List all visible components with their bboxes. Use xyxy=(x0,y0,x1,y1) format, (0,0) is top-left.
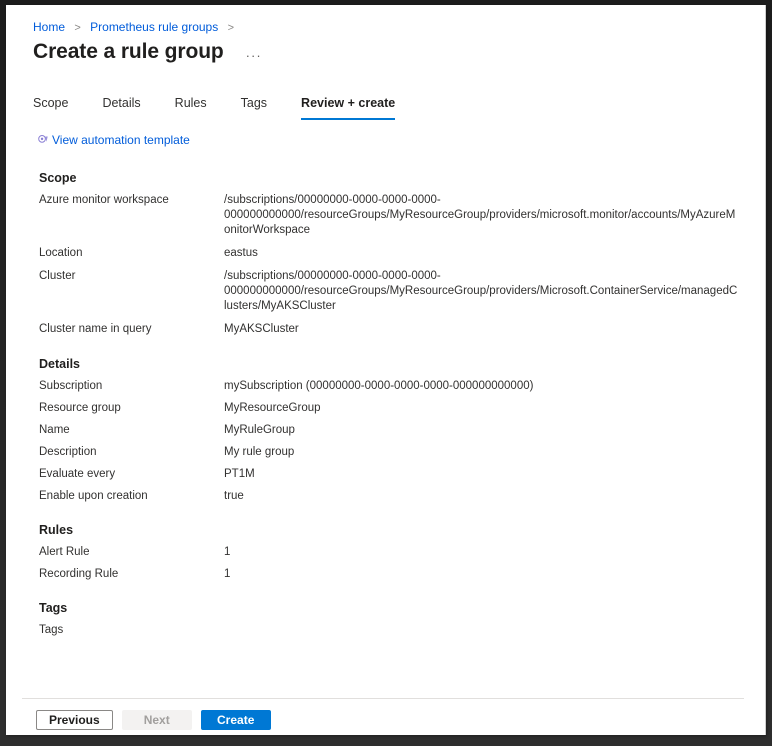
section-title-tags: Tags xyxy=(39,601,68,615)
field-value: MyAKSCluster xyxy=(224,323,299,335)
field-value: /subscriptions/00000000-0000-0000-0000- … xyxy=(224,269,739,314)
create-button[interactable]: Create xyxy=(200,710,271,730)
field-label: Cluster xyxy=(39,270,76,282)
section-details: Details Subscription mySubscription (000… xyxy=(6,355,765,507)
field-label: Subscription xyxy=(39,379,103,392)
footer-divider xyxy=(22,698,744,699)
field-label: Evaluate every xyxy=(39,467,116,480)
title-row: Create a rule group ··· xyxy=(33,38,266,66)
automation-template-icon xyxy=(38,134,48,143)
tab-details[interactable]: Details xyxy=(102,93,140,120)
create-rule-group-blade: Home > Prometheus rule groups > Create a… xyxy=(6,5,766,735)
field-value: mySubscription (00000000-0000-0000-0000-… xyxy=(224,379,534,392)
field-row-evaluate-every: Evaluate every PT1M xyxy=(6,463,765,485)
field-value-line: 000000000000/resourceGroups/MyResourceGr… xyxy=(224,285,738,312)
next-button: Next xyxy=(121,710,192,730)
field-label: Location xyxy=(39,247,83,259)
field-label: Tags xyxy=(39,623,64,636)
field-label: Resource group xyxy=(39,401,121,414)
section-tags: Tags Tags xyxy=(6,599,765,641)
field-value: MyRuleGroup xyxy=(224,423,295,436)
tab-tags[interactable]: Tags xyxy=(241,93,267,120)
field-value: 1 xyxy=(224,567,231,580)
field-value: My rule group xyxy=(224,445,295,458)
section-title-rules: Rules xyxy=(39,523,74,537)
field-row-tags: Tags xyxy=(6,619,765,641)
field-value-line: /subscriptions/00000000-0000-0000-0000- xyxy=(224,270,441,282)
view-automation-template-label: View automation template xyxy=(52,133,190,147)
section-rules: Rules Alert Rule 1 Recording Rule 1 xyxy=(6,521,765,585)
view-automation-template-link[interactable]: View automation template xyxy=(37,132,190,148)
field-row-cluster: Cluster /subscriptions/00000000-0000-000… xyxy=(6,265,765,318)
section-scope: Scope Azure monitor workspace /subscript… xyxy=(6,169,765,341)
field-value: PT1M xyxy=(224,467,255,480)
more-options-icon[interactable]: ··· xyxy=(242,49,266,63)
field-label: Cluster name in query xyxy=(39,323,152,335)
field-row-azure-monitor-workspace: Azure monitor workspace /subscriptions/0… xyxy=(6,189,765,242)
field-row-resource-group: Resource group MyResourceGroup xyxy=(6,397,765,419)
field-label: Name xyxy=(39,423,70,436)
field-row-location: Location eastus xyxy=(6,242,765,265)
field-label: Recording Rule xyxy=(39,567,119,580)
field-label: Alert Rule xyxy=(39,545,90,558)
field-row-name: Name MyRuleGroup xyxy=(6,419,765,441)
field-label: Azure monitor workspace xyxy=(39,194,169,206)
field-value: 1 xyxy=(224,545,231,558)
field-row-enable-upon-creation: Enable upon creation true xyxy=(6,485,765,507)
field-value-line: 000000000000/resourceGroups/MyResourceGr… xyxy=(224,209,736,236)
field-row-subscription: Subscription mySubscription (00000000-00… xyxy=(6,375,765,397)
field-row-recording-rule: Recording Rule 1 xyxy=(6,563,765,585)
field-value: MyResourceGroup xyxy=(224,401,321,414)
tab-review-create[interactable]: Review + create xyxy=(301,93,396,120)
wizard-tabs: Scope Details Rules Tags Review + create xyxy=(33,93,396,120)
breadcrumb-item-home[interactable]: Home xyxy=(33,20,65,34)
section-title-scope: Scope xyxy=(39,171,77,185)
field-row-description: Description My rule group xyxy=(6,441,765,463)
breadcrumb-separator: > xyxy=(227,22,234,34)
page-title: Create a rule group xyxy=(33,40,224,63)
review-content: Scope Azure monitor workspace /subscript… xyxy=(6,163,765,655)
previous-button[interactable]: Previous xyxy=(36,710,113,730)
wizard-footer: Previous Next Create xyxy=(36,710,280,730)
field-value-line: /subscriptions/00000000-0000-0000-0000- xyxy=(224,194,441,206)
field-row-alert-rule: Alert Rule 1 xyxy=(6,541,765,563)
field-label: Description xyxy=(39,445,97,458)
breadcrumb-item-prometheus-rule-groups[interactable]: Prometheus rule groups xyxy=(90,20,218,34)
screenshot-frame: Home > Prometheus rule groups > Create a… xyxy=(0,0,772,746)
field-value: /subscriptions/00000000-0000-0000-0000- … xyxy=(224,193,739,238)
breadcrumb: Home > Prometheus rule groups > xyxy=(33,19,240,36)
field-row-cluster-name-in-query: Cluster name in query MyAKSCluster xyxy=(6,318,765,341)
field-value: true xyxy=(224,489,244,502)
field-value: eastus xyxy=(224,247,258,259)
breadcrumb-separator: > xyxy=(74,22,81,34)
section-title-details: Details xyxy=(39,357,80,371)
tab-scope[interactable]: Scope xyxy=(33,93,68,120)
tab-rules[interactable]: Rules xyxy=(175,93,207,120)
field-label: Enable upon creation xyxy=(39,489,148,502)
